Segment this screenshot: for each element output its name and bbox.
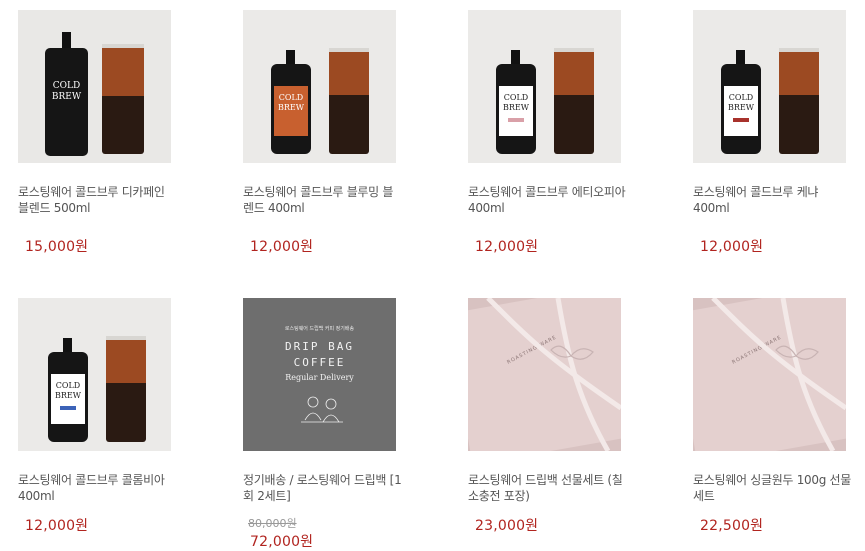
svg-text:BREW: BREW	[503, 103, 530, 112]
svg-text:DRIP BAG: DRIP BAG	[285, 340, 354, 353]
svg-text:BREW: BREW	[52, 92, 82, 102]
product-price: 23,000원	[475, 518, 539, 534]
svg-text:BREW: BREW	[278, 103, 305, 112]
product-price: 12,000원	[250, 239, 314, 255]
product-name[interactable]: 로스팅웨어 콜드브루 콜롬비아 400ml	[18, 472, 178, 504]
product-thumbnail[interactable]: COLD BREW	[468, 10, 621, 163]
cold-brew-bottle-image: COLD BREW	[468, 10, 621, 163]
product-thumbnail[interactable]: COLD BREW	[18, 10, 171, 163]
svg-text:BREW: BREW	[728, 103, 755, 112]
product-thumbnail[interactable]: 로스팅웨어 드립백 커피 정기배송 DRIP BAG COFFEE Regula…	[243, 298, 396, 451]
product-name[interactable]: 정기배송 / 로스팅웨어 드립백 [1회 2세트]	[243, 472, 403, 504]
product-name[interactable]: 로스팅웨어 콜드브루 블루밍 블렌드 400ml	[243, 184, 403, 216]
gift-box-image: ROASTING WARE	[693, 298, 846, 451]
product-price: 15,000원	[25, 239, 89, 255]
product-thumbnail[interactable]: COLD BREW	[18, 298, 171, 451]
product-price: 22,500원	[700, 518, 764, 534]
product-thumbnail[interactable]: ROASTING WARE	[693, 298, 846, 451]
svg-text:COLD: COLD	[53, 81, 80, 91]
drip-bag-coffee-image: 로스팅웨어 드립백 커피 정기배송 DRIP BAG COFFEE Regula…	[243, 298, 396, 451]
cold-brew-bottle-image: COLD BREW	[18, 298, 171, 451]
svg-text:COLD: COLD	[279, 93, 303, 102]
product-thumbnail[interactable]: COLD BREW	[243, 10, 396, 163]
svg-text:로스팅웨어 드립백 커피 정기배송: 로스팅웨어 드립백 커피 정기배송	[285, 325, 355, 332]
cold-brew-bottle-image: COLD BREW	[693, 10, 846, 163]
product-price: 12,000원	[475, 239, 539, 255]
svg-text:COLD: COLD	[56, 381, 80, 390]
product-thumbnail[interactable]: ROASTING WARE	[468, 298, 621, 451]
product-name[interactable]: 로스팅웨어 싱글원두 100g 선물세트	[693, 472, 853, 504]
svg-text:COLD: COLD	[729, 93, 753, 102]
svg-text:COFFEE: COFFEE	[294, 356, 346, 369]
svg-text:Regular Delivery: Regular Delivery	[285, 373, 354, 382]
product-price: 72,000원	[250, 534, 314, 550]
cold-brew-bottle-image: COLD BREW	[18, 10, 171, 163]
product-price: 12,000원	[25, 518, 89, 534]
product-name[interactable]: 로스팅웨어 콜드브루 에티오피아 400ml	[468, 184, 628, 216]
svg-text:BREW: BREW	[55, 391, 82, 400]
gift-box-image: ROASTING WARE	[468, 298, 621, 451]
product-name[interactable]: 로스팅웨어 콜드브루 디카페인 블렌드 500ml	[18, 184, 178, 216]
product-thumbnail[interactable]: COLD BREW	[693, 10, 846, 163]
product-price: 12,000원	[700, 239, 764, 255]
product-name[interactable]: 로스팅웨어 드립백 선물세트 (칠소충전 포장)	[468, 472, 628, 504]
product-name[interactable]: 로스팅웨어 콜드브루 케냐 400ml	[693, 184, 853, 216]
svg-text:COLD: COLD	[504, 93, 528, 102]
original-price: 80,000원	[248, 517, 297, 530]
cold-brew-bottle-image: COLD BREW	[243, 10, 396, 163]
